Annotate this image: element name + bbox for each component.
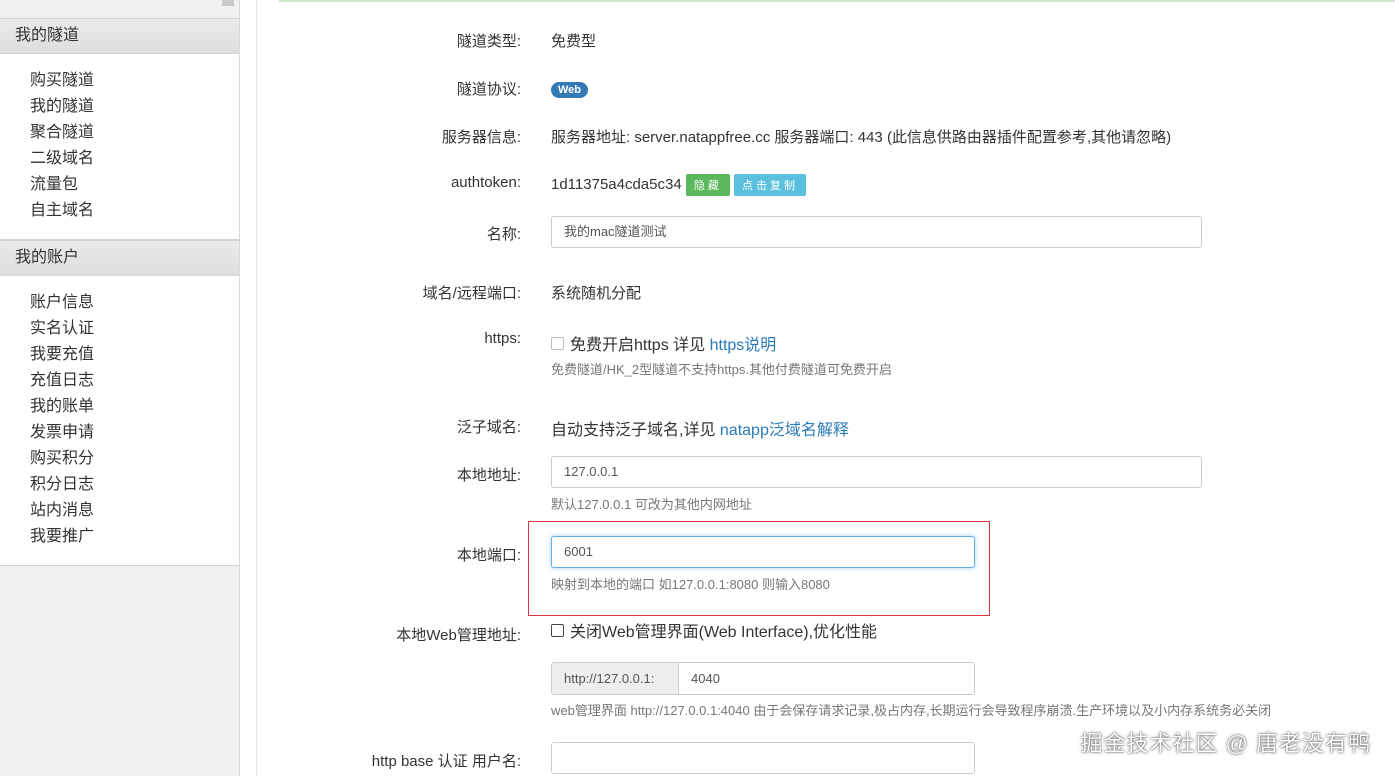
copy-token-button[interactable]: 点击复制 [734,174,807,196]
menu-item-verification[interactable]: 实名认证 [0,316,239,342]
domain-port-value: 系统随机分配 [551,285,642,302]
menu-item-messages[interactable]: 站内消息 [0,498,239,524]
menu-item-traffic-pack[interactable]: 流量包 [0,172,239,198]
https-checkbox-text: 免费开启https 详见 [570,337,706,354]
local-addr-label: 本地地址: [456,467,521,484]
web-admin-port-input[interactable]: 4040 [678,662,975,695]
local-port-input[interactable]: 6001 [551,536,975,568]
domain-port-label: 域名/远程端口: [422,285,521,302]
local-addr-help: 默认127.0.0.1 可改为其他内网地址 [551,497,752,512]
menu-section-title[interactable]: 我的隧道 [0,19,239,54]
sidebar-scrollbar[interactable] [222,0,234,6]
name-input[interactable]: 我的mac隧道测试 [551,216,1202,248]
menu-item-buy-points[interactable]: 购买积分 [0,446,239,472]
menu-item-promotion[interactable]: 我要推广 [0,524,239,550]
top-border [279,0,1395,2]
menu-item-subdomain[interactable]: 二级域名 [0,146,239,172]
tunnel-type-label: 隧道类型: [456,33,521,50]
menu-item-recharge-log[interactable]: 充值日志 [0,368,239,394]
menu-item-aggregate-tunnel[interactable]: 聚合隧道 [0,120,239,146]
disable-web-admin-text: 关闭Web管理界面(Web Interface),优化性能 [570,624,878,641]
https-label: https: [484,330,521,347]
local-port-help: 映射到本地的端口 如127.0.0.1:8080 则输入8080 [551,577,830,592]
tunnel-type-value: 免费型 [551,33,597,50]
local-port-label: 本地端口: [456,547,521,564]
web-admin-url-prefix: http://127.0.0.1: [551,662,679,695]
tunnel-form: 隧道类型: 免费型 隧道协议: Web 服务器信息: 服务器地址: server… [256,0,1395,776]
server-info-label: 服务器信息: [441,129,521,146]
authtoken-value: 1d11375a4cda5c34 [551,175,682,193]
https-doc-link[interactable]: https说明 [710,337,777,354]
menu-section-account: 我的账户 账户信息 实名认证 我要充值 充值日志 我的账单 发票申请 购买积分 … [0,240,239,566]
wildcard-text: 自动支持泛子域名,详见 [551,422,716,439]
watermark: 掘金技术社区 @ 唐老没有鸭 [1080,731,1371,756]
http-auth-username-input[interactable] [551,742,975,774]
menu-item-recharge[interactable]: 我要充值 [0,342,239,368]
hide-token-button[interactable]: 隐藏 [685,174,730,196]
menu-section-title[interactable]: 我的账户 [0,241,239,276]
http-auth-label: http base 认证 用户名: [371,753,521,770]
menu-item-my-tunnels[interactable]: 我的隧道 [0,94,239,120]
protocol-badge: Web [551,82,589,98]
local-addr-input[interactable]: 127.0.0.1 [551,456,1202,488]
name-label: 名称: [486,226,521,243]
menu-item-points-log[interactable]: 积分日志 [0,472,239,498]
https-checkbox[interactable] [551,337,564,351]
disable-web-admin-checkbox[interactable] [551,624,564,638]
menu-item-bills[interactable]: 我的账单 [0,394,239,420]
menu-section-tunnels: 我的隧道 购买隧道 我的隧道 聚合隧道 二级域名 流量包 自主域名 [0,18,239,240]
menu-item-invoice[interactable]: 发票申请 [0,420,239,446]
web-admin-help: web管理界面 http://127.0.0.1:4040 由于会保存请求记录,… [551,703,1272,718]
authtoken-label: authtoken: [450,174,521,191]
sidebar: 我的隧道 购买隧道 我的隧道 聚合隧道 二级域名 流量包 自主域名 我的账户 账… [0,0,240,776]
menu-item-account-info[interactable]: 账户信息 [0,290,239,316]
wildcard-doc-link[interactable]: natapp泛域名解释 [720,422,849,439]
web-admin-label: 本地Web管理地址: [396,627,521,644]
menu-item-custom-domain[interactable]: 自主域名 [0,198,239,224]
menu-item-buy-tunnel[interactable]: 购买隧道 [0,68,239,94]
protocol-label: 隧道协议: [456,81,521,98]
https-help-text: 免费隧道/HK_2型隧道不支持https.其他付费隧道可免费开启 [551,362,892,377]
server-info-value: 服务器地址: server.natappfree.cc 服务器端口: 443 (… [551,129,1172,146]
wildcard-label: 泛子域名: [456,419,521,436]
